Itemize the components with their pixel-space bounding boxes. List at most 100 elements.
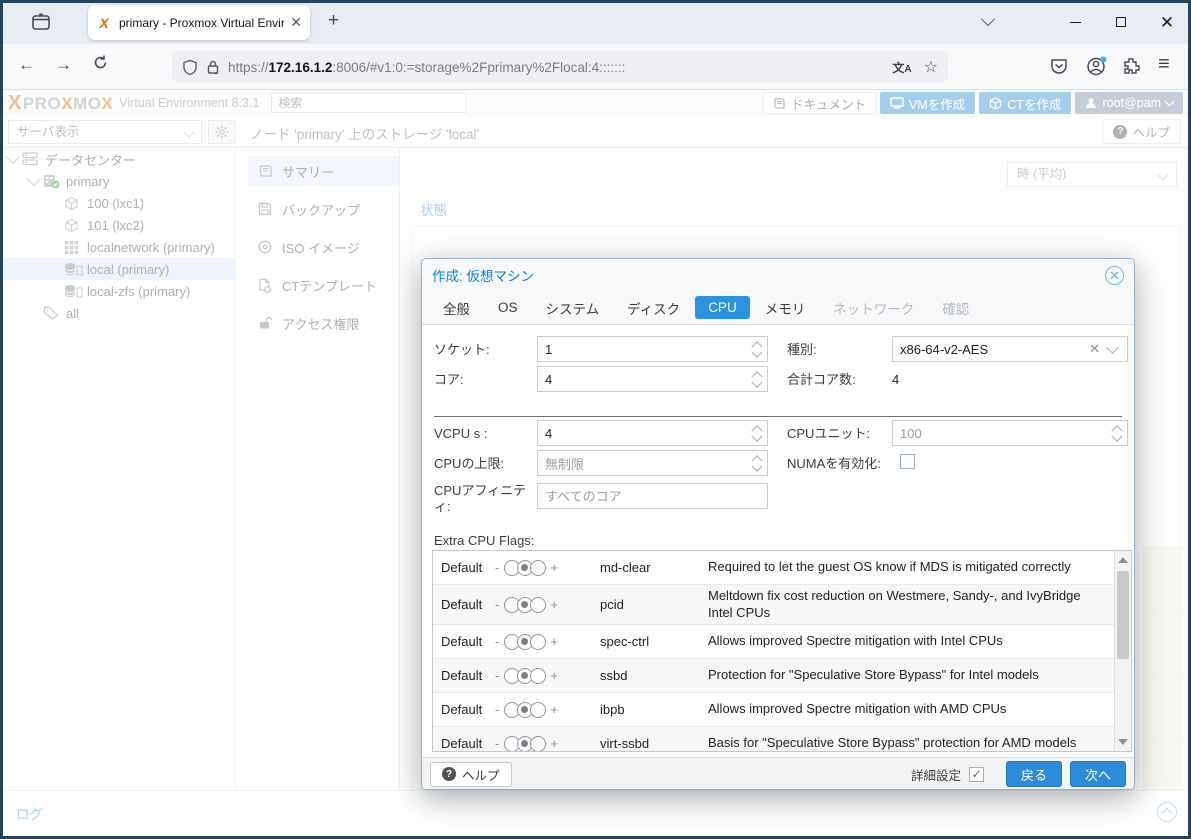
flag-description: Basis for "Speculative Store Bypass" pro… — [708, 735, 1077, 751]
vcpus-input[interactable] — [538, 421, 747, 445]
affinity-label: CPUアフィニティ: — [434, 483, 527, 515]
advanced-checkbox[interactable] — [968, 766, 984, 782]
cpu-flag-row-virt-ssbd: Default - + virt-ssbd Basis for "Speculative… — [433, 727, 1131, 751]
flag-tristate-slider[interactable]: - + — [495, 701, 600, 718]
slider-on-icon[interactable] — [530, 667, 547, 684]
slider-on-icon[interactable] — [530, 633, 547, 650]
scrollbar-thumb[interactable] — [1117, 571, 1129, 659]
cpu-limit-input[interactable] — [538, 451, 747, 475]
flag-description: Required to let the guest OS know if MDS… — [708, 559, 1071, 575]
slider-on-icon[interactable] — [530, 701, 547, 718]
cpu-flag-row-md-clear: Default - + md-clear Required to let the gue… — [433, 551, 1131, 585]
scroll-down-icon[interactable] — [1118, 739, 1128, 745]
dialog-close-icon[interactable]: ✕ — [1105, 265, 1124, 285]
cpu-type-combo[interactable]: ✕ — [892, 336, 1128, 362]
slider-on-icon[interactable] — [530, 596, 547, 613]
spinner-arrows-icon[interactable] — [747, 337, 767, 361]
chevron-down-icon[interactable] — [1106, 340, 1119, 354]
flag-tristate-slider[interactable]: - + — [495, 596, 600, 613]
total-cores-label: 合計コア数: — [787, 372, 856, 387]
new-tab-button[interactable]: + — [328, 10, 339, 32]
tab-メモリ[interactable]: メモリ — [752, 294, 819, 322]
window-minimize-button[interactable] — [1052, 0, 1098, 44]
tab-全般[interactable]: 全般 — [430, 294, 483, 322]
lock-icon[interactable] — [206, 59, 220, 75]
next-button-dialog[interactable]: 次へ — [1069, 761, 1126, 787]
numa-checkbox[interactable] — [900, 454, 915, 469]
app-menu-icon[interactable]: ≡ — [1158, 53, 1180, 75]
cpu-flag-row-pcid: Default - + pcid Meltdown fix cost reduction… — [433, 585, 1131, 625]
create-vm-dialog: 作成: 仮想マシン ✕ 全般 OS システム ディスク CPU メモリ ネットワーク 確認 ソ… — [421, 258, 1135, 790]
back-button-dialog[interactable]: 戻る — [1005, 761, 1062, 787]
tab-CPU[interactable]: CPU — [695, 296, 750, 319]
spinner-arrows-icon[interactable] — [747, 451, 767, 475]
advanced-label: 詳細設定 — [910, 768, 961, 783]
pocket-icon[interactable] — [1049, 56, 1071, 78]
cores-label: コア: — [434, 372, 464, 387]
spinner-arrows-icon[interactable] — [747, 421, 767, 445]
flags-scrollbar[interactable] — [1114, 551, 1131, 751]
cpu-units-input[interactable] — [893, 421, 1107, 445]
flag-state: Default — [441, 668, 483, 683]
flag-tristate-slider[interactable]: - + — [495, 667, 600, 684]
flag-state: Default — [441, 597, 483, 612]
cpu-type-input[interactable] — [893, 337, 1084, 361]
tab-システム[interactable]: システム — [533, 294, 613, 322]
slider-on-icon[interactable] — [530, 735, 547, 751]
tab-title: primary - Proxmox Virtual Envir — [119, 15, 285, 30]
window-close-button[interactable]: ✕ — [1144, 0, 1190, 44]
flag-name: pcid — [600, 597, 624, 612]
flag-name: ibpb — [600, 702, 625, 717]
sockets-spinner[interactable] — [537, 336, 768, 362]
cpu-units-label: CPUユニット: — [787, 426, 871, 441]
account-icon[interactable] — [1086, 56, 1108, 78]
shield-icon[interactable] — [182, 59, 198, 76]
flag-description: Meltdown fix cost reduction on Westmere,… — [708, 587, 1081, 620]
question-icon: ? — [442, 767, 456, 781]
affinity-input[interactable] — [538, 484, 767, 508]
dialog-footer: ? ヘルプ 詳細設定 戻る 次へ — [422, 757, 1134, 789]
tab-ネットワーク: ネットワーク — [833, 301, 915, 317]
tab-ディスク[interactable]: ディスク — [614, 294, 693, 322]
url-bar[interactable]: https://172.16.1.2:8006/#v1:0:=storage%2… — [172, 51, 948, 83]
tab-OS[interactable]: OS — [485, 296, 531, 319]
slider-on-icon[interactable] — [530, 559, 547, 576]
firefox-view-icon[interactable] — [30, 11, 54, 33]
flag-tristate-slider[interactable]: - + — [495, 559, 600, 576]
spinner-arrows-icon[interactable] — [747, 367, 767, 391]
list-tabs-button[interactable] — [965, 0, 1011, 44]
forward-button[interactable]: → — [55, 55, 72, 75]
flag-tristate-slider[interactable]: - + — [495, 633, 600, 650]
reload-button[interactable] — [92, 54, 109, 71]
sockets-input[interactable] — [538, 337, 747, 361]
affinity-field[interactable] — [537, 483, 768, 509]
cores-input[interactable] — [538, 367, 747, 391]
tab-確認: 確認 — [942, 301, 970, 317]
flag-state: Default — [441, 736, 483, 751]
cpu-limit-label: CPUの上限: — [434, 456, 505, 471]
dialog-title: 作成: 仮想マシン — [432, 269, 535, 284]
cpu-flags-table: Default - + md-clear Required to let the gue… — [432, 550, 1132, 752]
flag-name: md-clear — [600, 560, 651, 575]
clear-icon[interactable]: ✕ — [1083, 341, 1106, 357]
back-button[interactable]: ← — [18, 55, 35, 75]
browser-tab[interactable]: X primary - Proxmox Virtual Envir ✕ — [88, 5, 310, 40]
spinner-arrows-icon[interactable] — [1107, 421, 1127, 445]
translate-icon[interactable]: 文A — [892, 59, 911, 76]
vcpus-spinner[interactable] — [537, 420, 768, 446]
flag-tristate-slider[interactable]: - + — [495, 735, 600, 751]
extensions-puzzle-icon[interactable] — [1122, 56, 1144, 78]
window-maximize-button[interactable] — [1098, 0, 1144, 44]
cpu-flag-row-ssbd: Default - + ssbd Protection for "Speculative… — [433, 659, 1131, 693]
cpu-units-spinner[interactable] — [892, 420, 1128, 446]
scroll-up-icon[interactable] — [1118, 557, 1128, 563]
help-button-dialog[interactable]: ? ヘルプ — [430, 761, 512, 787]
tab-close-icon[interactable]: ✕ — [290, 14, 302, 31]
cores-spinner[interactable] — [537, 366, 768, 392]
flag-name: spec-ctrl — [600, 634, 650, 649]
bookmark-star-icon[interactable]: ☆ — [924, 57, 938, 77]
cpu-limit-spinner[interactable] — [537, 450, 768, 476]
dialog-header[interactable]: 作成: 仮想マシン ✕ — [422, 259, 1134, 291]
numa-label: NUMAを有効化: — [787, 456, 881, 471]
cpu-flag-row-spec-ctrl: Default - + spec-ctrl Allows improved Spectr… — [433, 625, 1131, 659]
